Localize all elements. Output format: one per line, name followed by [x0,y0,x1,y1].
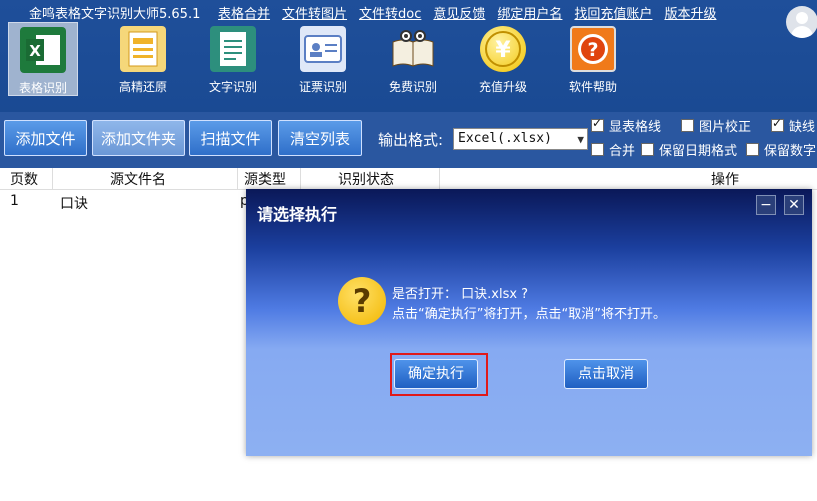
column-divider [439,168,440,189]
check-label: 合并 [609,144,636,159]
tool-id-recognition[interactable]: 证票识别 [278,22,368,96]
tool-label: 证票识别 [298,80,347,94]
check-image-correction[interactable]: 图片校正 [681,116,751,135]
menu-recover-account[interactable]: 找回充值账户 [574,3,652,22]
tool-label: 充值升级 [478,80,527,94]
top-menu: 表格合并 文件转图片 文件转doc 意见反馈 绑定用户名 找回充值账户 版本升级 [218,3,716,22]
check-label: 缺线 [789,120,816,135]
check-label: 保留数字 [764,144,817,159]
tool-label: 高精还原 [118,80,167,94]
chevron-down-icon: ▼ [577,133,584,146]
cell-source-name: 口诀 [60,196,88,212]
avatar-body [791,26,813,38]
clear-list-button[interactable]: 清空列表 [278,120,362,156]
menu-file-to-image[interactable]: 文件转图片 [282,3,347,22]
user-avatar-icon[interactable] [786,6,817,38]
output-format-value: Excel(.xlsx) [458,131,552,146]
scan-file-button[interactable]: 扫描文件 [189,120,272,156]
check-label: 保留日期格式 [659,144,738,159]
dialog-message-line1: 是否打开： 口诀.xlsx ? [392,287,529,302]
cell-pages: 1 [10,193,19,209]
check-show-gridlines[interactable]: 显表格线 [591,116,661,135]
add-file-button[interactable]: 添加文件 [4,120,87,156]
tool-hd-restore[interactable]: 高精还原 [98,22,188,96]
book-icon [390,26,436,72]
column-status: 识别状态 [338,172,394,188]
column-divider [300,168,301,189]
close-button[interactable]: ✕ [784,195,804,215]
cancel-button[interactable]: 点击取消 [564,359,648,389]
column-actions: 操作 [711,172,739,188]
file-table-header: 页数 源文件名 源类型 识别状态 操作 [0,168,817,190]
check-missing-lines[interactable]: 缺线 [771,116,815,135]
help-icon: ? [570,26,616,72]
yuan-coin-icon: ¥ [480,26,526,72]
avatar-head [796,12,808,24]
output-format-select[interactable]: Excel(.xlsx) ▼ [453,128,588,150]
menu-feedback[interactable]: 意见反馈 [433,3,485,22]
column-source-type: 源类型 [244,172,286,188]
question-icon: ? [338,277,386,325]
excel-icon: X [20,27,66,73]
check-keep-date-format[interactable]: 保留日期格式 [641,140,737,159]
tool-label: 表格识别 [18,81,67,95]
svg-text:X: X [29,42,41,60]
checkbox-icon [591,116,604,132]
tool-label: 软件帮助 [568,80,617,94]
app-title: 金鸣表格文字识别大师5.65.1 [29,7,201,22]
menu-file-to-doc[interactable]: 文件转doc [359,3,421,22]
menu-bind-username[interactable]: 绑定用户名 [497,3,562,22]
output-format-label: 输出格式: [378,131,444,149]
dialog-message-line2: 点击“确定执行”将打开，点击“取消”将不打开。 [392,307,666,322]
check-merge[interactable]: 合并 [591,140,635,159]
minimize-button[interactable]: − [756,195,776,215]
column-divider [52,168,53,189]
column-divider [237,168,238,189]
tool-recharge-upgrade[interactable]: ¥ 充值升级 [458,22,548,96]
add-folder-button[interactable]: 添加文件夹 [92,120,185,156]
svg-text:?: ? [587,39,598,61]
confirm-dialog: 请选择执行 − ✕ ? 是否打开： 口诀.xlsx ? 点击“确定执行”将打开，… [246,189,812,456]
tool-free-recognition[interactable]: 免费识别 [368,22,458,96]
tool-label: 免费识别 [388,80,437,94]
checkbox-icon [591,143,604,156]
checkbox-icon [681,119,694,132]
check-label: 显表格线 [609,120,662,135]
tool-text-recognition[interactable]: 文字识别 [188,22,278,96]
checkbox-icon [771,116,784,132]
checkbox-icon [641,143,654,156]
column-pages: 页数 [10,172,38,188]
checkbox-icon [746,143,759,156]
text-doc-icon [210,26,256,72]
svg-text:¥: ¥ [495,38,511,63]
column-source-name: 源文件名 [110,172,166,188]
check-label: 图片校正 [699,120,752,135]
tool-label: 文字识别 [208,80,257,94]
file-toolbar: 添加文件 添加文件夹 扫描文件 清空列表 输出格式: Excel(.xlsx) … [0,112,817,168]
dialog-title: 请选择执行 [257,205,338,224]
check-keep-number[interactable]: 保留数字 [746,140,816,159]
tool-bar: X 表格识别 高精还原 文字识别 证票识别 免费识别 ¥ 充值升级 ? 软件帮助 [8,22,638,96]
document-restore-icon [120,26,166,72]
tool-table-recognition[interactable]: X 表格识别 [8,22,78,96]
menu-table-merge[interactable]: 表格合并 [218,3,270,22]
top-banner: 金鸣表格文字识别大师5.65.1 表格合并 文件转图片 文件转doc 意见反馈 … [0,0,817,112]
confirm-button[interactable]: 确定执行 [394,359,478,389]
id-card-icon [300,26,346,72]
tool-software-help[interactable]: ? 软件帮助 [548,22,638,96]
menu-upgrade[interactable]: 版本升级 [664,3,716,22]
